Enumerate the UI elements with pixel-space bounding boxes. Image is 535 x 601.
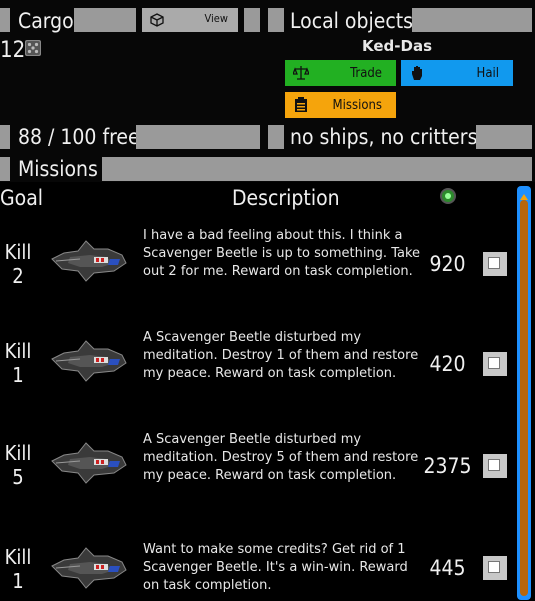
mission-goal-count: 1 — [12, 569, 24, 593]
description-column-header: Description — [232, 186, 340, 210]
local-objects-title: Local objects — [290, 9, 413, 33]
dice-icon[interactable] — [24, 39, 42, 57]
view-label: View — [204, 12, 228, 25]
view-cargo-button[interactable]: View — [142, 8, 238, 32]
mission-goal: Kill 5 — [0, 441, 36, 489]
mission-accept-checkbox[interactable] — [483, 252, 507, 276]
cube-icon — [150, 13, 164, 27]
missions-title: Missions — [18, 157, 98, 181]
scrollbar[interactable] — [517, 186, 531, 600]
clipboard-icon — [293, 97, 309, 113]
cargo-header-bar-left — [0, 8, 10, 32]
missions-bar-left — [0, 157, 10, 181]
mission-goal-count: 5 — [12, 465, 24, 489]
cargo-header-bar-right — [74, 8, 136, 32]
mission-reward: 920 — [429, 252, 466, 276]
free-bar-left — [0, 125, 10, 149]
mission-goal-verb: Kill — [4, 339, 32, 363]
mission-reward: 420 — [429, 352, 466, 376]
hail-label: Hail — [476, 66, 499, 81]
hand-icon — [409, 65, 425, 81]
mission-accept-checkbox[interactable] — [483, 454, 507, 478]
mission-goal: Kill 1 — [0, 545, 36, 593]
mission-reward: 2375 — [423, 454, 472, 478]
status-bar-left — [268, 125, 284, 149]
local-header-bar-left — [268, 8, 284, 32]
cargo-count: 12 — [0, 38, 26, 63]
scales-icon — [292, 65, 310, 81]
mission-reward: 445 — [429, 556, 466, 580]
cargo-header-bar-end — [244, 8, 260, 32]
mission-accept-checkbox[interactable] — [483, 352, 507, 376]
scroll-up-icon[interactable] — [520, 186, 528, 200]
hail-button[interactable]: Hail — [401, 60, 513, 86]
mission-goal-count: 2 — [12, 264, 24, 288]
beetle-ship-icon — [50, 237, 128, 287]
mission-description: Want to make some credits? Get rid of 1 … — [143, 542, 408, 593]
missions-bar-right — [102, 157, 532, 181]
mission-description: A Scavenger Beetle disturbed my meditati… — [143, 432, 419, 483]
mission-description: I have a bad feeling about this. I think… — [143, 228, 421, 279]
beetle-ship-icon — [50, 439, 128, 489]
beetle-ship-icon — [50, 337, 128, 387]
mission-accept-checkbox[interactable] — [483, 556, 507, 580]
trade-label: Trade — [350, 66, 382, 81]
credit-orb-icon — [439, 187, 457, 205]
missions-button[interactable]: Missions — [285, 92, 396, 118]
beetle-ship-icon — [50, 544, 128, 594]
local-object-name: Ked-Das — [362, 37, 432, 55]
mission-goal-verb: Kill — [4, 240, 32, 264]
cargo-free: 88 / 100 free — [18, 125, 140, 149]
mission-description: A Scavenger Beetle disturbed my meditati… — [143, 330, 419, 381]
local-header-bar-right — [412, 8, 532, 32]
mission-goal: Kill 1 — [0, 339, 36, 387]
scroll-thumb[interactable] — [520, 200, 528, 596]
mission-goal-verb: Kill — [4, 545, 32, 569]
local-status: no ships, no critters — [290, 125, 478, 149]
goal-column-header: Goal — [0, 186, 44, 210]
free-bar-right — [136, 125, 260, 149]
missions-table: Goal Description Kill 2 I have a bad feeli… — [0, 182, 535, 601]
mission-goal: Kill 2 — [0, 240, 36, 288]
status-bar-right — [476, 125, 532, 149]
missions-label: Missions — [332, 98, 382, 113]
trade-button[interactable]: Trade — [285, 60, 396, 86]
mission-goal-count: 1 — [12, 363, 24, 387]
mission-goal-verb: Kill — [4, 441, 32, 465]
cargo-title: Cargo — [18, 9, 74, 33]
